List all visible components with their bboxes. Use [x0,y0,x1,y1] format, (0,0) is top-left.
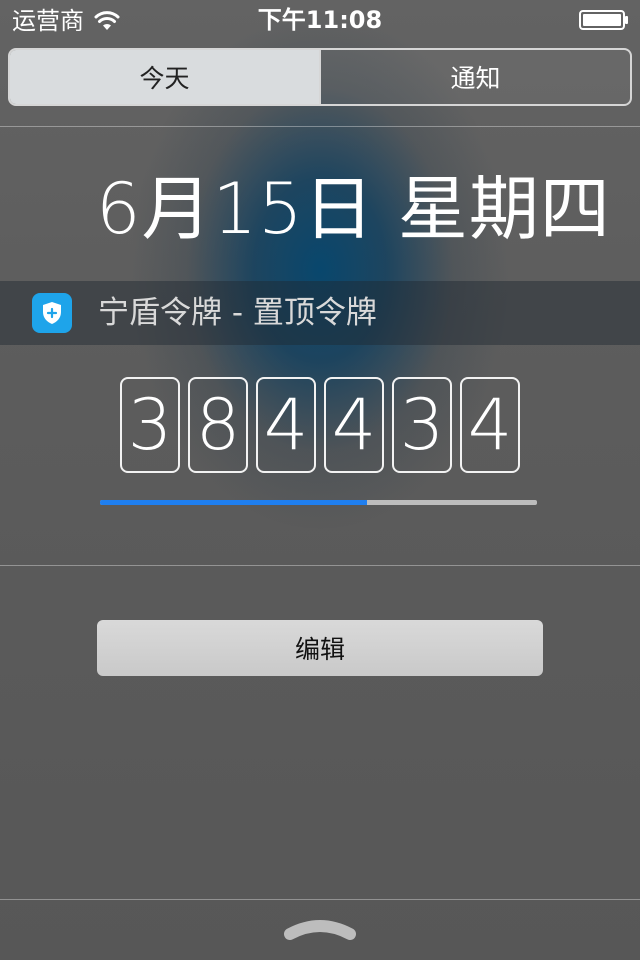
status-bar: 运营商 下午11:08 [0,0,640,40]
token-digit: 4 [256,377,316,473]
app-icon [32,293,72,333]
token-digit: 3 [392,377,452,473]
tab-today[interactable]: 今天 [10,50,319,104]
widget-title: 宁盾令牌 - 置顶令牌 [98,295,377,331]
battery-icon [579,10,628,30]
token-countdown-progress [100,500,537,505]
notification-center-screen: 运营商 下午11:08 今天 通知 6月15日 星期四 宁盾令牌 - 置顶令牌 [0,0,640,960]
divider [0,126,640,127]
divider [0,899,640,900]
chevron-up-icon[interactable] [284,916,356,940]
date-heading: 6月15日 星期四 [96,168,611,250]
shield-icon [43,302,61,324]
today-notifications-segmented-control: 今天 通知 [8,48,632,106]
token-digit: 4 [460,377,520,473]
divider [0,565,640,566]
status-time: 下午11:08 [257,6,383,34]
token-digit: 3 [120,377,180,473]
token-digit: 8 [188,377,248,473]
token-digit: 4 [324,377,384,473]
token-code: 3 8 4 4 3 4 [120,377,520,473]
tab-notifications[interactable]: 通知 [319,50,630,104]
widget-header[interactable]: 宁盾令牌 - 置顶令牌 [0,281,640,345]
progress-fill [100,500,367,505]
edit-button[interactable]: 编辑 [97,620,543,676]
